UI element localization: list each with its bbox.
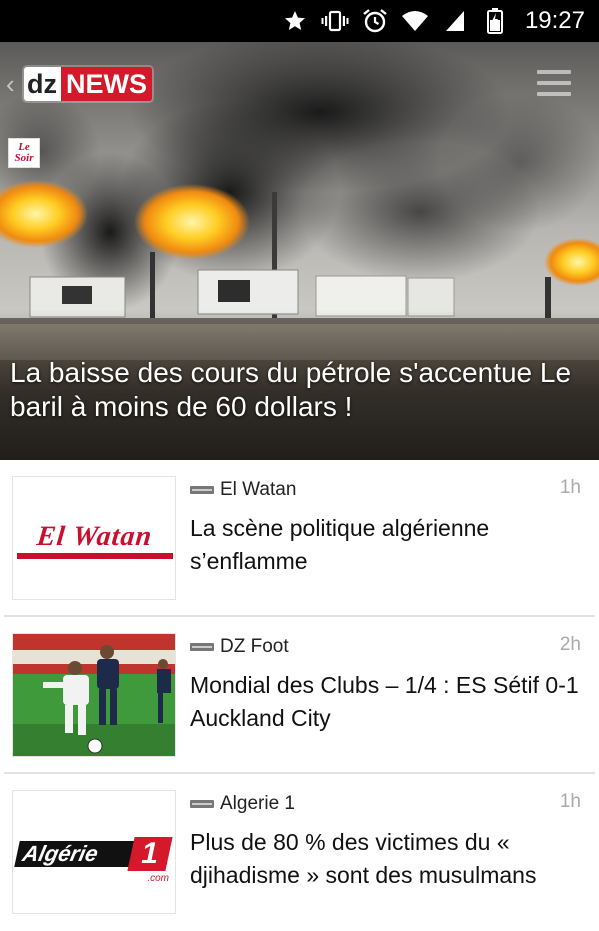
source-logo-icon (190, 486, 214, 494)
signal-icon (441, 7, 469, 35)
hero-headline[interactable]: La baisse des cours du pétrole s'accentu… (10, 356, 579, 424)
el-watan-logo: El Watan (13, 521, 175, 559)
news-feed: El Watan El Watan 1h La scène politique … (0, 460, 599, 931)
logo-news: NEWS (61, 67, 152, 101)
app-bar: ‹ dz NEWS (0, 62, 599, 106)
algerie-logo-text: Algérie (14, 841, 140, 867)
app-logo[interactable]: dz NEWS (24, 67, 152, 101)
algerie-1-logo: Algérie 1 .com (14, 837, 173, 884)
article-thumbnail: Algérie 1 .com (12, 790, 176, 914)
source-logo-icon (190, 643, 214, 651)
source-line: DZ Foot (190, 636, 289, 658)
source-name: El Watan (220, 479, 297, 500)
source-name: DZ Foot (220, 636, 289, 657)
article-headline[interactable]: La scène politique algérienne s’enflamme (190, 512, 580, 578)
star-icon (281, 7, 309, 35)
list-item[interactable]: El Watan El Watan 1h La scène politique … (0, 460, 599, 617)
article-headline[interactable]: Mondial des Clubs – 1/4 : ES Sétif 0-1 A… (190, 669, 580, 735)
battery-icon (481, 7, 509, 35)
article-age: 2h (559, 634, 581, 655)
el-watan-logo-text: El Watan (35, 521, 155, 552)
source-logo-icon (190, 800, 214, 808)
article-age: 1h (559, 477, 581, 498)
algerie-logo-number: 1 (127, 837, 173, 871)
vibrate-icon (321, 7, 349, 35)
back-chevron-icon[interactable]: ‹ (6, 71, 15, 97)
source-name: Algerie 1 (220, 793, 295, 814)
list-item[interactable]: DZ Foot 2h Mondial des Clubs – 1/4 : ES … (0, 617, 599, 774)
football-photo (13, 634, 175, 756)
algerie-logo-suffix: .com (147, 873, 169, 884)
wifi-icon (401, 7, 429, 35)
article-thumbnail (12, 633, 176, 757)
status-bar: 19:27 (0, 0, 599, 42)
alarm-icon (361, 7, 389, 35)
source-line: El Watan (190, 479, 296, 501)
article-headline[interactable]: Plus de 80 % des victimes du « djihadism… (190, 826, 580, 892)
menu-icon[interactable] (537, 70, 571, 96)
list-item[interactable]: Algérie 1 .com Algerie 1 1h Plus de 80 %… (0, 774, 599, 931)
source-line: Algerie 1 (190, 793, 295, 815)
hero-source-badge: Le Soir (8, 138, 40, 168)
logo-dz: dz (24, 67, 61, 101)
article-thumbnail: El Watan (12, 476, 176, 600)
article-age: 1h (559, 791, 581, 812)
clock: 19:27 (524, 7, 585, 34)
